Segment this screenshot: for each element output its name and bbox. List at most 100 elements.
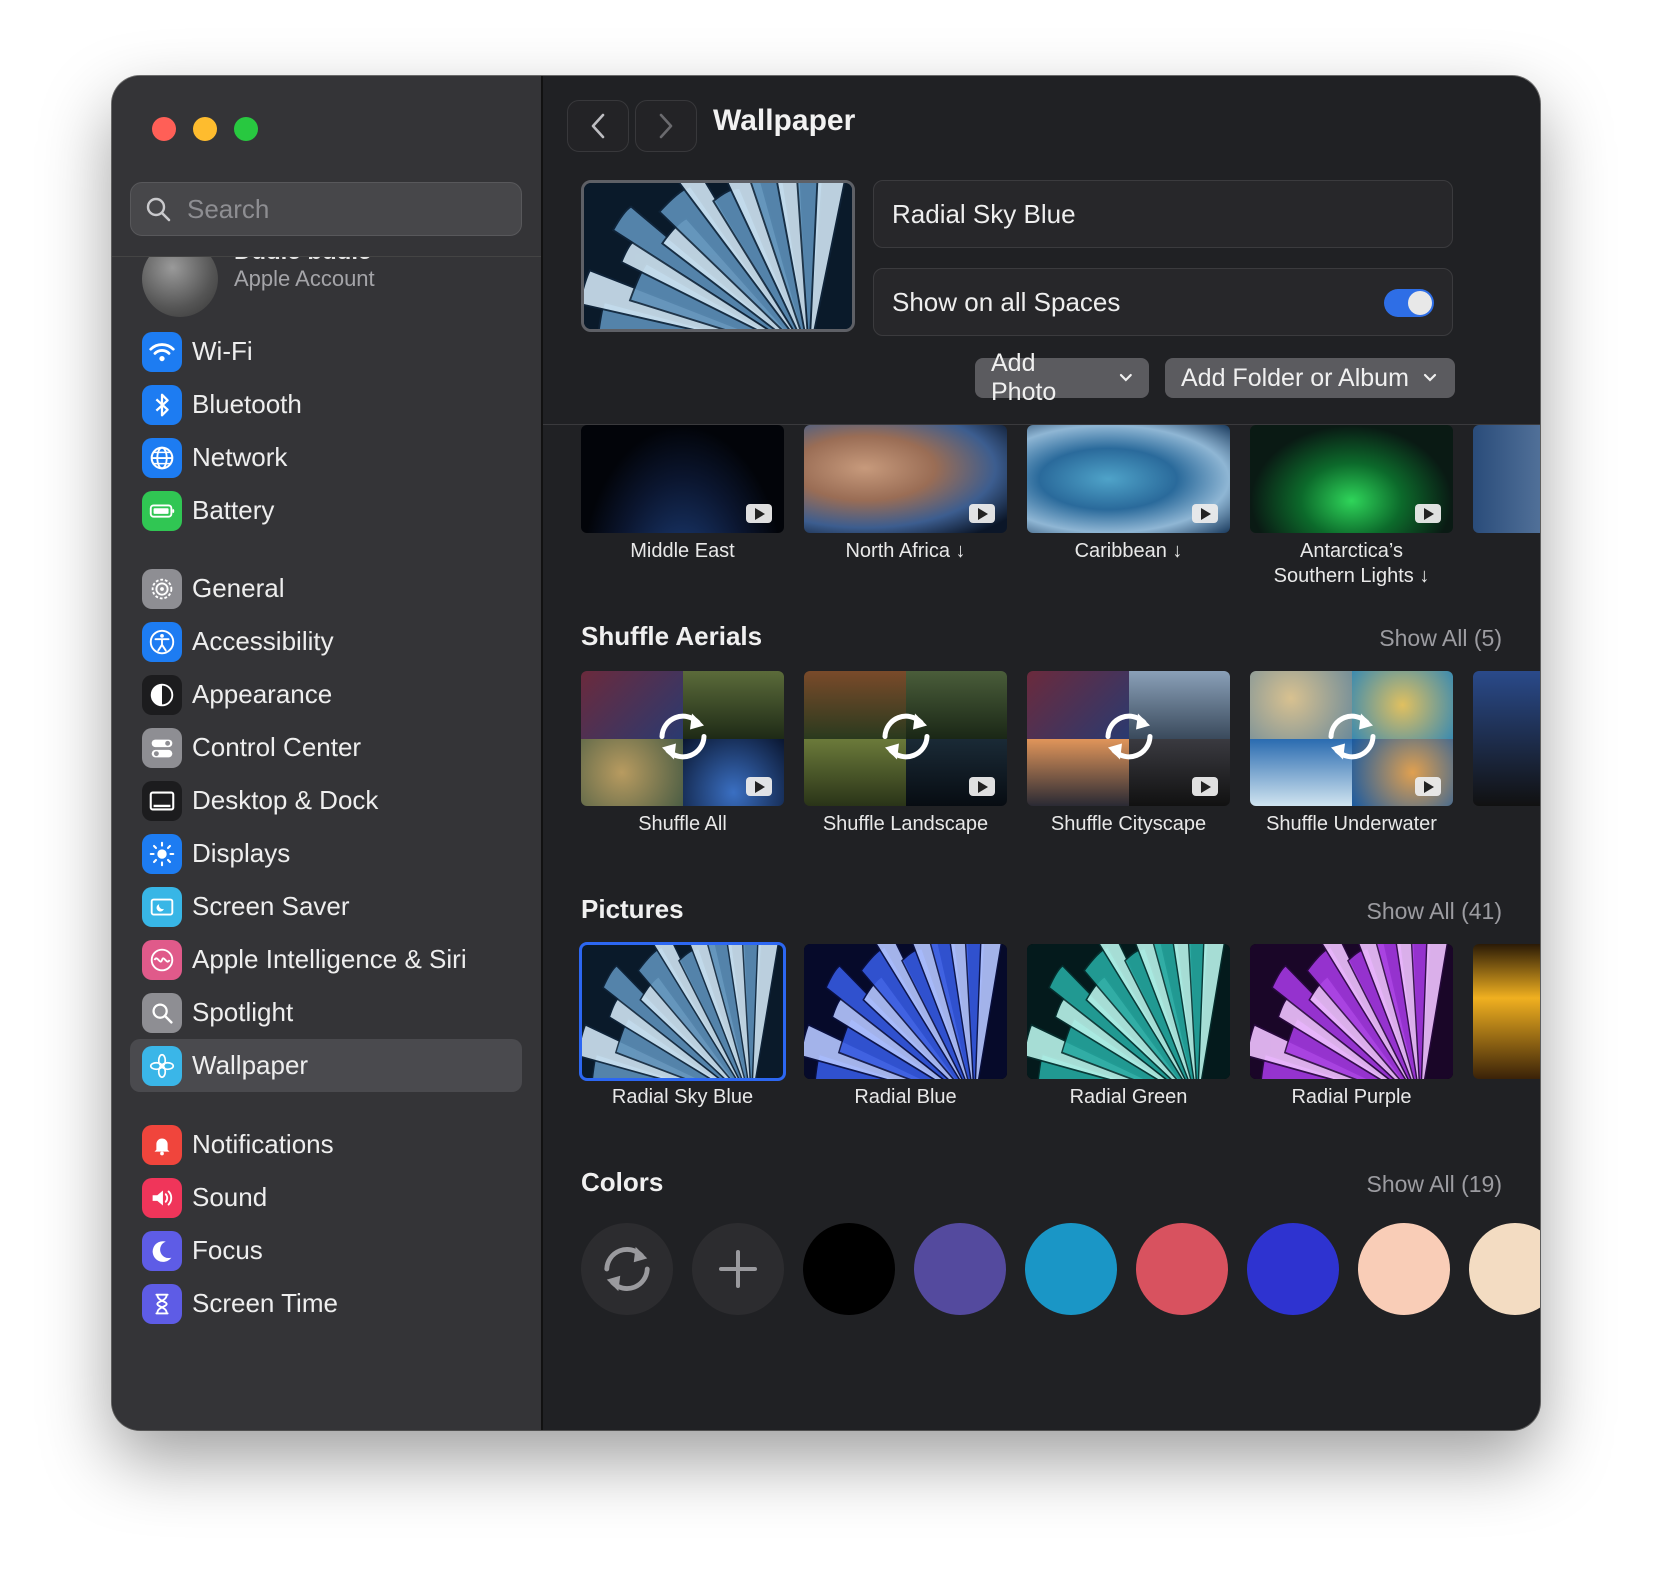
picture-tile[interactable]: [1250, 944, 1453, 1079]
sidebar-item-label: Screen Saver: [192, 891, 350, 921]
landscape-label: North Africa ↓: [845, 540, 966, 562]
add-color-button[interactable]: [692, 1223, 784, 1315]
sidebar-item-sound[interactable]: Sound: [130, 1171, 522, 1224]
play-icon: [969, 777, 995, 796]
chevron-right-icon: [659, 113, 673, 139]
wallpaper-thumbnail: [1250, 944, 1453, 1079]
picture-tile-partial[interactable]: [1473, 944, 1540, 1079]
sidebar-group-notifications: Notifications Sound Focus Screen Time: [130, 1118, 522, 1330]
globe-icon: [142, 437, 182, 478]
dock-icon: [142, 780, 182, 821]
landscape-label: Middle East: [630, 540, 735, 562]
shuffle-tile-partial[interactable]: [1473, 671, 1540, 806]
sidebar-item-spotlight[interactable]: Spotlight: [130, 986, 522, 1039]
shuffle-show-all-link[interactable]: Show All (5): [1379, 625, 1502, 652]
color-swatch-partial[interactable]: [1469, 1223, 1540, 1315]
battery-icon: [142, 490, 182, 531]
bluetooth-icon: [142, 384, 182, 425]
auto-color-button[interactable]: [581, 1223, 673, 1315]
colors-show-all-link[interactable]: Show All (19): [1366, 1171, 1502, 1198]
shuffle-tile[interactable]: [1250, 671, 1453, 806]
color-swatch[interactable]: [1358, 1223, 1450, 1315]
sidebar-item-label: Focus: [192, 1235, 263, 1265]
landscape-tile-partial[interactable]: [1473, 425, 1540, 533]
selection-ring: [579, 942, 786, 1081]
color-swatch[interactable]: [803, 1223, 895, 1315]
show-all-spaces-row: Show on all Spaces: [873, 268, 1453, 336]
shuffle-label: Shuffle Cityscape: [1050, 813, 1207, 835]
sidebar-item-focus[interactable]: Focus: [130, 1224, 522, 1277]
sidebar-item-label: Network: [192, 442, 288, 472]
sidebar-item-displays[interactable]: Displays: [130, 827, 522, 880]
zoom-button[interactable]: [234, 117, 258, 141]
pictures-show-all-link[interactable]: Show All (41): [1366, 898, 1502, 925]
sidebar-item-label: Accessibility: [192, 626, 334, 656]
forward-button[interactable]: [635, 100, 697, 152]
sidebar-item-bluetooth[interactable]: Bluetooth: [130, 378, 522, 431]
sidebar-item-apple-intelligence-siri[interactable]: Apple Intelligence & Siri: [130, 933, 522, 986]
show-all-spaces-toggle[interactable]: [1384, 289, 1434, 317]
pictures-title: Pictures: [581, 894, 684, 924]
sidebar-item-label: Appearance: [192, 679, 333, 709]
back-button[interactable]: [567, 100, 629, 152]
moon-icon: [142, 1230, 182, 1271]
shuffle-tile[interactable]: [581, 671, 784, 806]
shuffle-icon: [1321, 709, 1383, 768]
sun-icon: [142, 833, 182, 874]
sidebar-item-label: General: [192, 573, 285, 603]
add-folder-label: Add Folder or Album: [1181, 363, 1409, 392]
shuffle-tile[interactable]: [804, 671, 1007, 806]
color-swatch[interactable]: [914, 1223, 1006, 1315]
sidebar-item-screen-time[interactable]: Screen Time: [130, 1277, 522, 1330]
main-pane: Wallpaper Radial Sky Blue Show on all Sp…: [543, 76, 1540, 1430]
picture-label: Radial Purple: [1291, 1086, 1412, 1108]
add-photo-button[interactable]: Add Photo: [975, 349, 1149, 406]
sidebar-item-accessibility[interactable]: Accessibility: [130, 615, 522, 668]
page-title: Wallpaper: [713, 104, 856, 137]
sidebar-item-wallpaper[interactable]: Wallpaper: [130, 1039, 522, 1092]
sidebar-item-battery[interactable]: Battery: [130, 484, 522, 537]
sidebar-item-network[interactable]: Network: [130, 431, 522, 484]
speaker-icon: [142, 1177, 182, 1218]
chevron-down-icon: [1120, 373, 1133, 382]
window-controls: [152, 117, 258, 141]
close-button[interactable]: [152, 117, 176, 141]
sidebar-item-label: Displays: [192, 838, 291, 868]
sidebar-item-notifications[interactable]: Notifications: [130, 1118, 522, 1171]
picture-label: Radial Green: [1069, 1086, 1188, 1108]
current-wallpaper-preview: [581, 180, 855, 332]
picture-tile[interactable]: [1027, 944, 1230, 1079]
sidebar-list[interactable]: Dudie budie Apple Account Wi-Fi Bluetooth…: [112, 256, 541, 1430]
sidebar-item-desktop-dock[interactable]: Desktop & Dock: [130, 774, 522, 827]
wallpaper-gallery[interactable]: Middle East North Africa ↓ Caribbean ↓ Anta…: [543, 425, 1540, 1430]
magnifier-icon: [142, 992, 182, 1033]
bell-icon: [142, 1124, 182, 1165]
color-swatch[interactable]: [1136, 1223, 1228, 1315]
sidebar-item-wi-fi[interactable]: Wi-Fi: [130, 325, 522, 378]
landscape-tile[interactable]: [581, 425, 784, 533]
search-field[interactable]: [130, 182, 522, 236]
sidebar-item-appearance[interactable]: Appearance: [130, 668, 522, 721]
landscape-tile[interactable]: [1027, 425, 1230, 533]
add-folder-button[interactable]: Add Folder or Album: [1165, 358, 1455, 398]
picture-tile[interactable]: [804, 944, 1007, 1079]
landscape-tile[interactable]: [1250, 425, 1453, 533]
shuffle-tile[interactable]: [1027, 671, 1230, 806]
siri-icon: [142, 939, 182, 980]
color-swatch[interactable]: [1025, 1223, 1117, 1315]
sidebar-item-control-center[interactable]: Control Center: [130, 721, 522, 774]
wallpaper-thumbnail: [1027, 944, 1230, 1079]
landscape-tile[interactable]: [804, 425, 1007, 533]
shuffle-icon: [1098, 709, 1160, 768]
sidebar-item-screen-saver[interactable]: Screen Saver: [130, 880, 522, 933]
plus-icon: [719, 1250, 757, 1288]
search-input[interactable]: [185, 192, 489, 226]
shuffle-icon: [875, 709, 937, 768]
minimize-button[interactable]: [193, 117, 217, 141]
color-swatch[interactable]: [1247, 1223, 1339, 1315]
landscape-label: Antarctica’s Southern Lights ↓: [1273, 540, 1430, 587]
wallpaper-name-field: Radial Sky Blue: [873, 180, 1453, 248]
sidebar-item-general[interactable]: General: [130, 562, 522, 615]
apple-account-row[interactable]: Dudie budie Apple Account: [142, 257, 375, 317]
sidebar-item-label: Bluetooth: [192, 389, 302, 419]
